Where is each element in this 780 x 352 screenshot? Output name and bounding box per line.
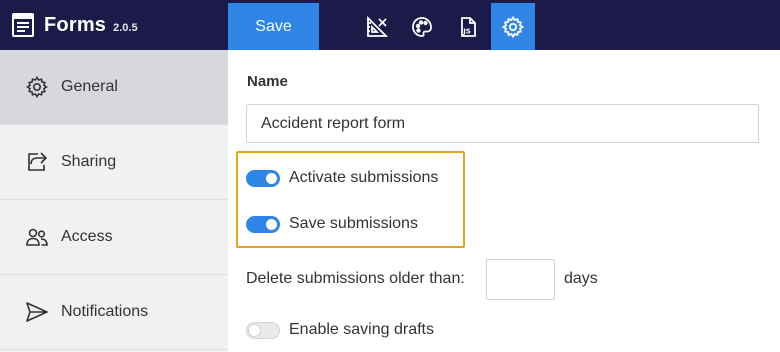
sidebar-item-label: Sharing — [61, 153, 117, 170]
gear-icon[interactable] — [491, 3, 535, 50]
sidebar-item-notifications[interactable]: Notifications — [0, 275, 228, 350]
toggle-label: Activate submissions — [289, 169, 439, 186]
enable-drafts-toggle-row[interactable]: Enable saving drafts — [246, 321, 434, 339]
save-submissions-toggle-row[interactable]: Save submissions — [246, 215, 418, 233]
svg-text:JS: JS — [462, 27, 471, 35]
sidebar-item-general[interactable]: General — [0, 50, 228, 125]
save-button[interactable]: Save — [228, 3, 319, 50]
activate-submissions-toggle[interactable] — [246, 169, 280, 187]
palette-icon[interactable] — [400, 3, 444, 50]
sidebar-item-sharing[interactable]: Sharing — [0, 125, 228, 200]
brand: Forms 2.0.5 — [0, 0, 228, 50]
activate-submissions-toggle-row[interactable]: Activate submissions — [246, 169, 438, 187]
send-icon — [25, 300, 49, 324]
ruler-square-icon[interactable] — [355, 3, 399, 50]
sidebar-item-label: Notifications — [61, 303, 149, 320]
toggle-label: Save submissions — [289, 215, 418, 232]
forms-logo-icon — [11, 13, 35, 37]
save-submissions-toggle[interactable] — [246, 215, 280, 233]
gear-icon — [25, 75, 49, 99]
sidebar-item-label: Access — [61, 228, 113, 245]
app-version: 2.0.5 — [113, 22, 138, 34]
app-window: Forms 2.0.5 Save JS General Sharing Acce… — [0, 0, 780, 352]
form-name-input[interactable] — [246, 104, 759, 143]
sidebar-item-access[interactable]: Access — [0, 200, 228, 275]
highlight-box — [236, 151, 465, 248]
delete-submissions-label: Delete submissions older than: — [246, 270, 465, 287]
toggle-label: Enable saving drafts — [289, 321, 434, 338]
top-bar: Forms 2.0.5 Save JS — [0, 0, 780, 50]
delete-days-input[interactable] — [486, 259, 555, 300]
sidebar-item-label: General — [61, 78, 118, 95]
share-icon — [25, 150, 49, 174]
app-title: Forms — [44, 13, 107, 36]
enable-drafts-toggle[interactable] — [246, 321, 280, 339]
name-label: Name — [247, 73, 288, 90]
days-unit-label: days — [564, 270, 598, 287]
users-icon — [25, 225, 49, 249]
settings-panel: Name Activate submissions Save submissio… — [228, 50, 780, 352]
sidebar: General Sharing Access Notifications — [0, 50, 228, 352]
js-file-icon[interactable]: JS — [446, 3, 490, 50]
